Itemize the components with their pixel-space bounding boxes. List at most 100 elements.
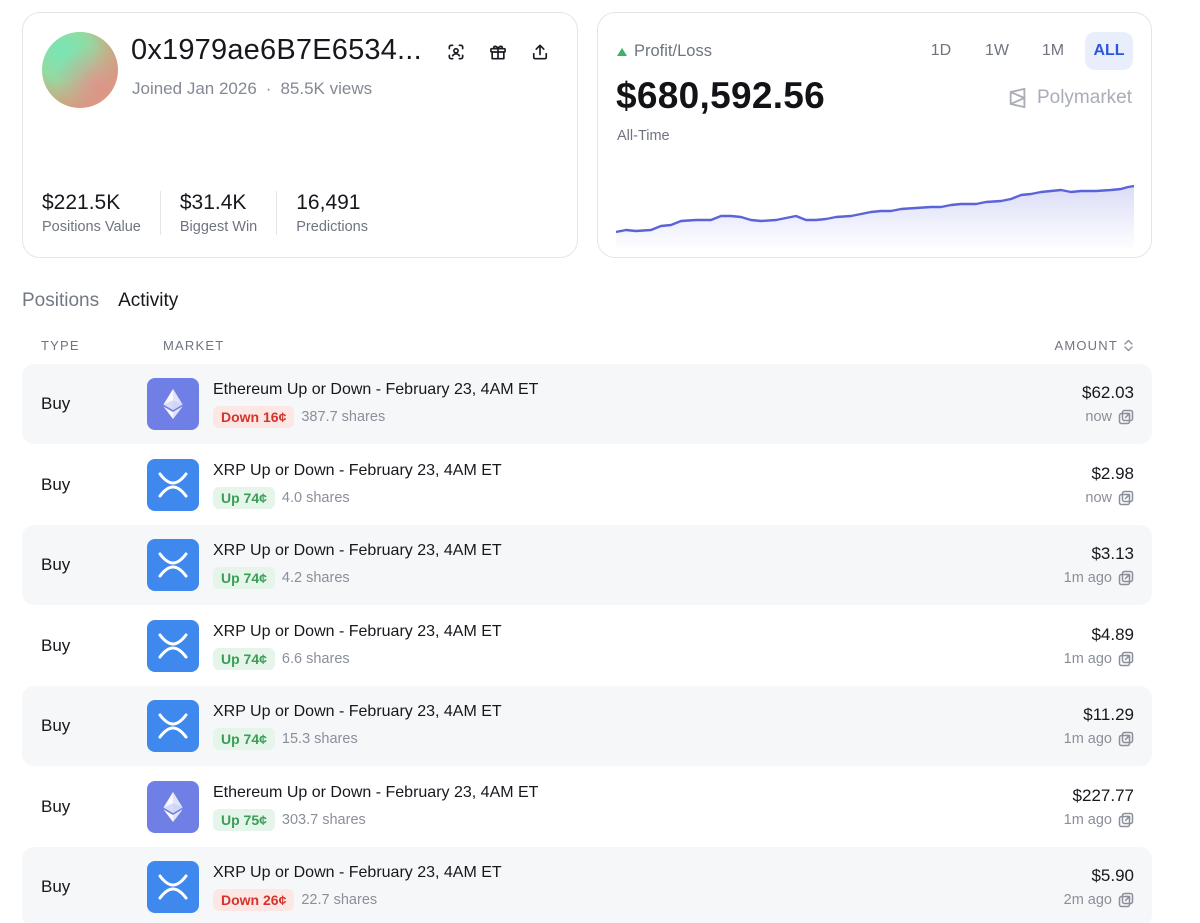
tab-positions[interactable]: Positions xyxy=(22,290,99,312)
trade-details: Up 74¢ 15.3 shares xyxy=(213,728,358,750)
market-title[interactable]: XRP Up or Down - February 23, 4AM ET xyxy=(213,864,502,882)
row-type: Buy xyxy=(41,474,71,494)
meta-separator: · xyxy=(265,79,272,98)
outcome-badge: Down 26¢ xyxy=(213,889,295,911)
range-1m[interactable]: 1M xyxy=(1029,32,1077,70)
row-type: Buy xyxy=(41,555,71,574)
table-row[interactable]: Buy XRP Up or Down - February 23, 4AM ET U… xyxy=(22,606,1152,686)
profile-card: 0x1979ae6B7E6534... Joined Jan 2026 · 85.5… xyxy=(22,12,578,258)
trade-time-label: 1m ago xyxy=(1063,731,1112,747)
market-thumbnail[interactable] xyxy=(147,619,199,672)
market-thumbnail[interactable] xyxy=(147,458,199,511)
market-title[interactable]: XRP Up or Down - February 23, 4AM ET xyxy=(213,703,502,721)
ethereum-icon xyxy=(163,791,183,822)
market-title[interactable]: XRP Up or Down - February 23, 4AM ET xyxy=(213,462,502,480)
trade-time-label: 1m ago xyxy=(1063,650,1112,667)
trade-time-label: now xyxy=(1085,489,1112,506)
market-title[interactable]: Ethereum Up or Down - February 23, 4AM E… xyxy=(213,784,538,802)
polymarket-logo-icon xyxy=(1009,87,1026,109)
column-header-amount[interactable]: AMOUNT xyxy=(1054,338,1134,353)
market-title[interactable]: XRP Up or Down - February 23, 4AM ET xyxy=(213,623,502,641)
row-type: Buy xyxy=(41,716,71,735)
share-count: 387.7 shares xyxy=(301,409,386,425)
trade-details: Down 16¢ 387.7 shares xyxy=(213,406,385,428)
market-thumbnail[interactable] xyxy=(147,780,199,833)
trade-details: Up 74¢ 4.0 shares xyxy=(213,486,350,509)
outcome-badge: Up 74¢ xyxy=(213,728,275,750)
market-title[interactable]: Ethereum Up or Down - February 23, 4AM E… xyxy=(213,381,538,399)
share-count: 15.3 shares xyxy=(281,731,358,747)
market-thumbnail[interactable] xyxy=(147,700,199,752)
table-row[interactable]: Buy XRP Up or Down - February 23, 4AM ET U… xyxy=(22,686,1152,766)
row-type: Buy xyxy=(41,796,71,816)
trade-details: Up 74¢ 4.2 shares xyxy=(213,567,350,589)
triangle-up-icon xyxy=(617,47,627,56)
xrp-icon xyxy=(158,874,188,900)
stat-value: $31.4K xyxy=(179,191,247,214)
profile-stats: $221.5K Positions Value $31.4K Biggest W… xyxy=(42,191,406,235)
row-type: Buy xyxy=(41,394,71,413)
table-row[interactable]: Buy XRP Up or Down - February 23, 4AM ET U… xyxy=(22,445,1152,525)
column-header-type: TYPE xyxy=(41,338,80,353)
external-link-icon[interactable] xyxy=(1118,409,1134,425)
trade-amount: $3.13 xyxy=(1091,544,1134,563)
table-header: TYPE MARKET AMOUNT xyxy=(22,338,1152,356)
gift-icon[interactable] xyxy=(486,40,510,64)
market-thumbnail[interactable] xyxy=(147,861,199,913)
trade-time-label: 2m ago xyxy=(1063,892,1112,908)
stat-biggest-win: $31.4K Biggest Win xyxy=(179,191,278,235)
stat-label: Positions Value xyxy=(42,219,141,235)
wallet-address[interactable]: 0x1979ae6B7E6534... xyxy=(131,34,426,67)
outcome-badge: Down 16¢ xyxy=(213,406,295,428)
share-count: 22.7 shares xyxy=(301,892,378,908)
external-link-icon[interactable] xyxy=(1118,490,1134,506)
external-link-icon[interactable] xyxy=(1118,812,1134,828)
share-count: 4.0 shares xyxy=(281,489,350,506)
xrp-icon xyxy=(158,633,188,658)
view-count: 85.5K views xyxy=(280,79,373,98)
market-thumbnail[interactable] xyxy=(147,539,199,591)
external-link-icon[interactable] xyxy=(1118,892,1134,908)
range-1d[interactable]: 1D xyxy=(917,32,965,70)
stat-predictions: 16,491 Predictions xyxy=(296,191,387,235)
row-type: Buy xyxy=(41,635,71,655)
avatar[interactable] xyxy=(42,32,118,108)
xrp-icon xyxy=(158,472,188,497)
tab-activity[interactable]: Activity xyxy=(118,290,178,312)
share-count: 4.2 shares xyxy=(281,570,350,586)
xrp-icon xyxy=(158,713,188,739)
external-link-icon[interactable] xyxy=(1118,731,1134,747)
market-title[interactable]: XRP Up or Down - February 23, 4AM ET xyxy=(213,542,502,560)
pnl-sparkline xyxy=(616,184,1134,251)
trade-amount: $5.90 xyxy=(1091,866,1134,885)
market-thumbnail[interactable] xyxy=(147,378,199,430)
pnl-card: Profit/Loss $680,592.56 All-Time 1D 1W 1… xyxy=(597,12,1152,258)
stat-positions-value: $221.5K Positions Value xyxy=(42,191,161,235)
profile-meta: Joined Jan 2026 · 85.5K views xyxy=(132,79,372,99)
trade-time: 1m ago xyxy=(1064,812,1134,828)
trade-amount: $11.29 xyxy=(1083,705,1134,724)
range-all[interactable]: ALL xyxy=(1085,32,1133,70)
share-icon[interactable] xyxy=(528,40,552,64)
tabs: Positions Activity xyxy=(22,290,178,312)
ethereum-icon xyxy=(163,389,183,419)
table-row[interactable]: Buy XRP Up or Down - February 23, 4AM ET D… xyxy=(22,847,1152,923)
range-1w[interactable]: 1W xyxy=(973,32,1021,70)
scan-icon[interactable] xyxy=(444,40,468,64)
brand-name: Polymarket xyxy=(1036,87,1132,108)
stat-value: 16,491 xyxy=(296,191,361,214)
trade-time-label: now xyxy=(1085,409,1112,425)
trade-amount: $62.03 xyxy=(1082,383,1134,402)
table-row[interactable]: Buy Ethereum Up or Down - February 23, 4A… xyxy=(22,767,1152,847)
stat-label: Predictions xyxy=(296,219,368,235)
table-row[interactable]: Buy Ethereum Up or Down - February 23, 4A… xyxy=(22,364,1152,444)
trade-amount: $2.98 xyxy=(1091,463,1134,483)
table-row[interactable]: Buy XRP Up or Down - February 23, 4AM ET U… xyxy=(22,525,1152,605)
external-link-icon[interactable] xyxy=(1118,651,1134,667)
share-count: 6.6 shares xyxy=(281,650,350,667)
pnl-label: Profit/Loss xyxy=(617,42,712,61)
external-link-icon[interactable] xyxy=(1118,570,1134,586)
column-header-market: MARKET xyxy=(163,338,225,353)
trade-time: 1m ago xyxy=(1064,731,1134,747)
stat-value: $221.5K xyxy=(42,191,121,214)
